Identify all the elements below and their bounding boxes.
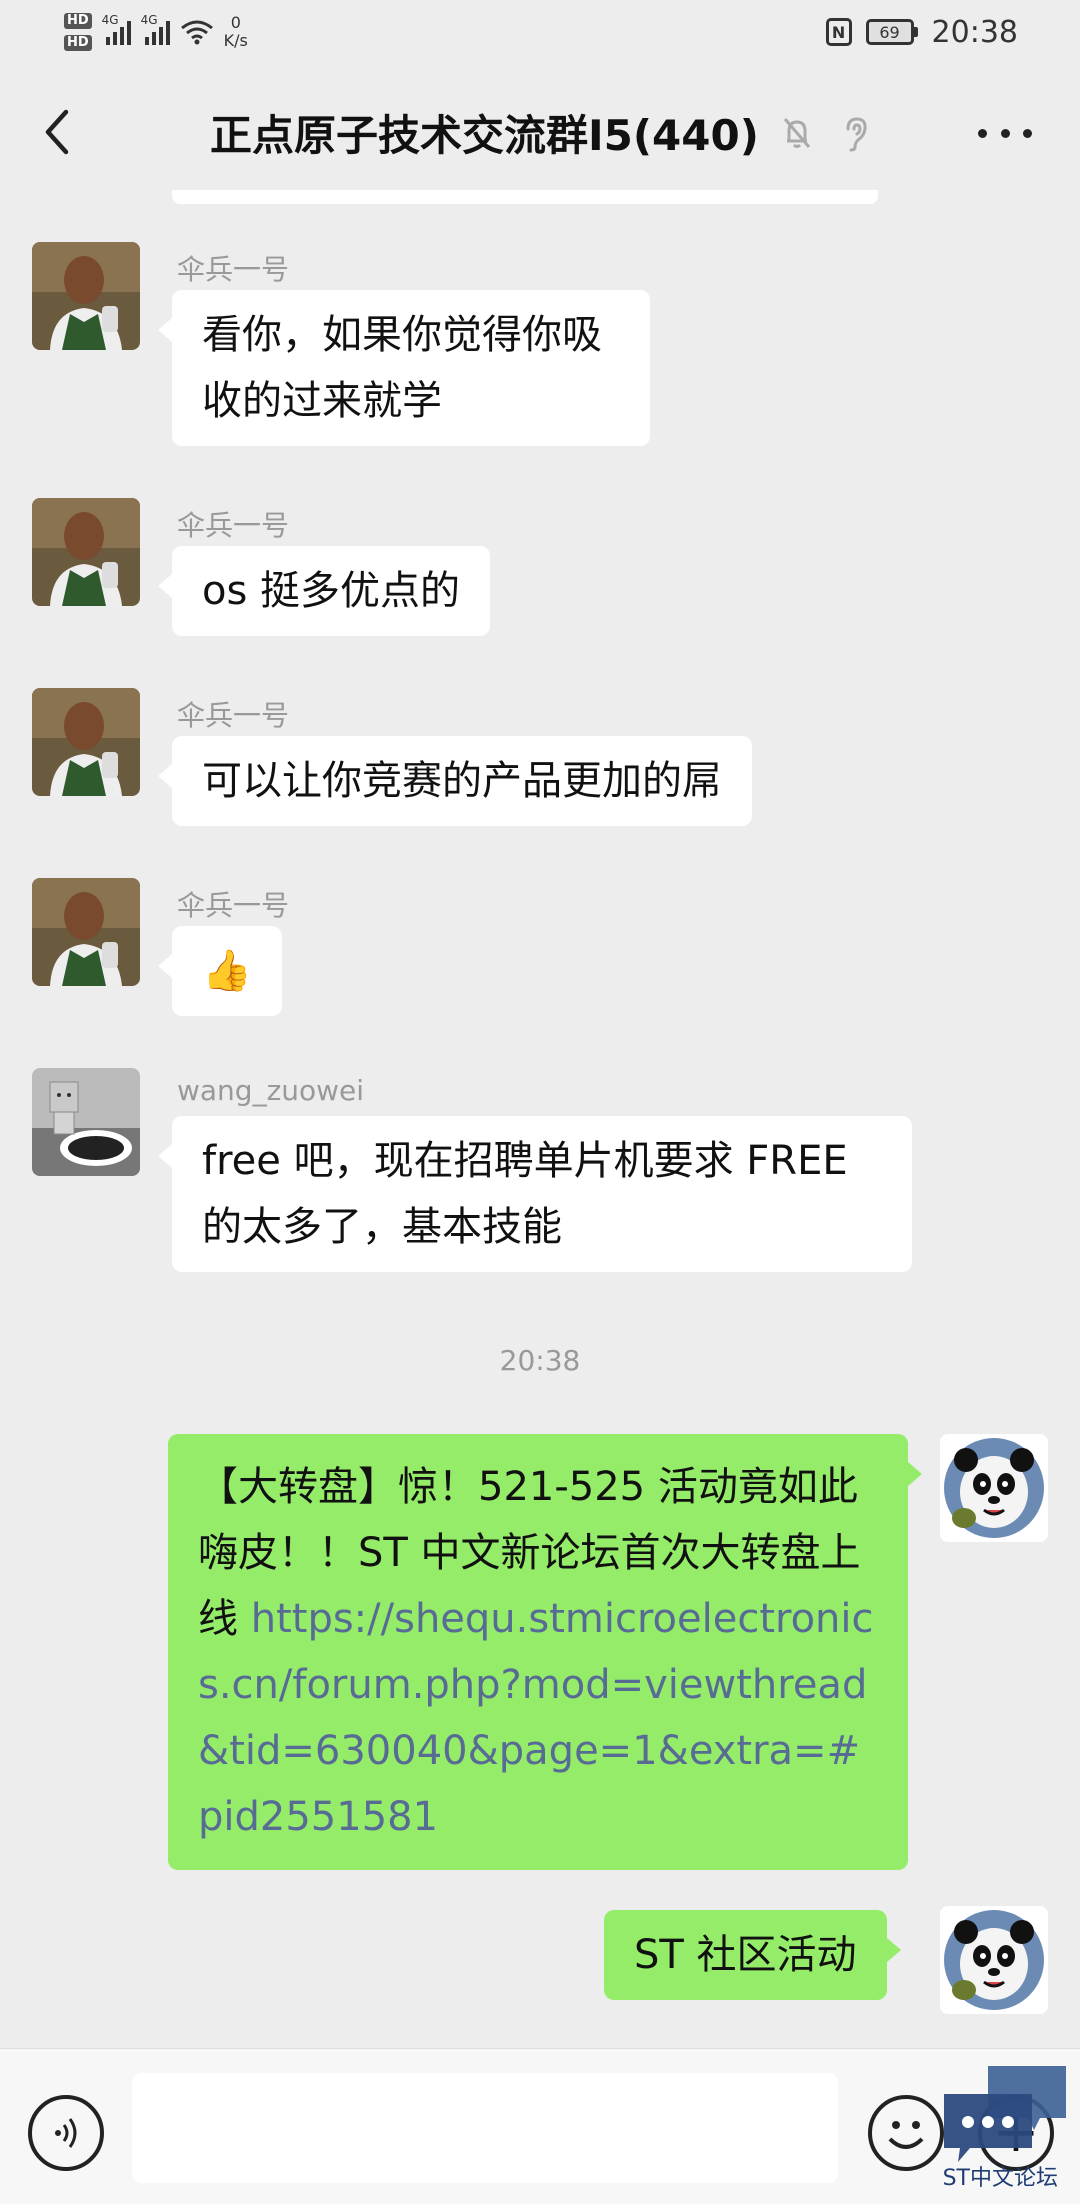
forum-watermark: ST中文论坛 [940, 2060, 1070, 2200]
avatar-sanbing[interactable] [32, 498, 140, 606]
sender-name: 伞兵一号 [177, 509, 290, 542]
network-speed-unit: K/s [223, 31, 248, 50]
more-options-button[interactable] [970, 108, 1040, 158]
network-type-1: 4G [101, 13, 119, 27]
input-bar: + [0, 2048, 1080, 2204]
smiley-icon [888, 2121, 924, 2149]
dot-2 [1000, 128, 1010, 138]
message-bubble[interactable]: free 吧，现在招聘单片机要求 FREE 的太多了，基本技能 [158, 1116, 912, 1272]
status-bar: HD HD 4G 4G 0 K/s N 69 20:38 [0, 0, 1080, 64]
wifi-icon [180, 20, 213, 45]
battery-icon: 69 [865, 19, 918, 45]
message-text-input[interactable] [132, 2073, 838, 2183]
own-message-bubble[interactable]: ST 社区活动 [604, 1910, 901, 2000]
hd-badge-2: HD [64, 35, 92, 51]
sender-name: 伞兵一号 [177, 253, 290, 286]
sender-name: 伞兵一号 [177, 699, 290, 732]
battery-level: 69 [865, 19, 914, 45]
watermark-text: ST中文论坛 [942, 2166, 1058, 2191]
volte-indicators: HD HD [64, 13, 92, 51]
voice-wave-icon [55, 2118, 77, 2148]
mute-bell-icon [783, 117, 811, 148]
thumbs-up-emoji: 👍 [202, 948, 252, 994]
avatar-wang-zuowei[interactable] [32, 1068, 140, 1176]
network-speed-value: 0 [230, 13, 241, 32]
nfc-icon: N [825, 18, 852, 46]
network-type-2: 4G [140, 13, 158, 27]
avatar-self-panda[interactable] [940, 1906, 1048, 2014]
dot-1 [978, 128, 987, 138]
sender-name: wang_zuowei [177, 1074, 365, 1107]
avatar-sanbing[interactable] [32, 242, 140, 350]
voice-input-button[interactable] [28, 2095, 104, 2171]
chat-header: 正点原子技术交流群I5(440) [0, 64, 1080, 200]
avatar-self-panda[interactable] [940, 1434, 1048, 1542]
hd-badge-1: HD [64, 13, 92, 29]
signal-icon-2: 4G [141, 13, 170, 45]
clock: 20:38 [931, 14, 1018, 50]
message-bubble[interactable]: 可以让你竞赛的产品更加的屌 [158, 736, 752, 826]
message-bubble[interactable]: 看你，如果你觉得你吸收的过来就学 [158, 290, 650, 446]
dot-3 [1023, 128, 1032, 138]
chat-bubbles-logo-icon [944, 2066, 1066, 2162]
chat-timestamp: 20:38 [499, 1344, 581, 1377]
chat-title: 正点原子技术交流群I5(440) [210, 111, 759, 160]
message-bubble[interactable]: os 挺多优点的 [157, 546, 491, 636]
chat-message-list[interactable]: 伞兵一号 看你，如果你觉得你吸收的过来就学 伞兵一号 os 挺多优点的 伞兵一号… [0, 190, 1080, 2048]
network-speed: 0 K/s [224, 14, 248, 50]
signal-icon-1: 4G [102, 13, 131, 45]
back-arrow-icon[interactable] [30, 102, 90, 162]
avatar-sanbing[interactable] [32, 878, 140, 986]
emoji-button[interactable] [868, 2095, 944, 2171]
message-link[interactable]: https://shequ.stmicroelectronics.cn/foru… [198, 1596, 874, 1840]
message-bubble[interactable]: 👍 [158, 926, 282, 1016]
sender-name: 伞兵一号 [177, 889, 290, 922]
own-message-bubble[interactable]: 【大转盘】惊！521-525 活动竟如此嗨皮！！ST 中文新论坛首次大转盘上线 … [168, 1434, 922, 1870]
previous-message-edge [172, 190, 878, 204]
avatar-sanbing[interactable] [32, 688, 140, 796]
ear-receiver-icon [846, 116, 867, 151]
